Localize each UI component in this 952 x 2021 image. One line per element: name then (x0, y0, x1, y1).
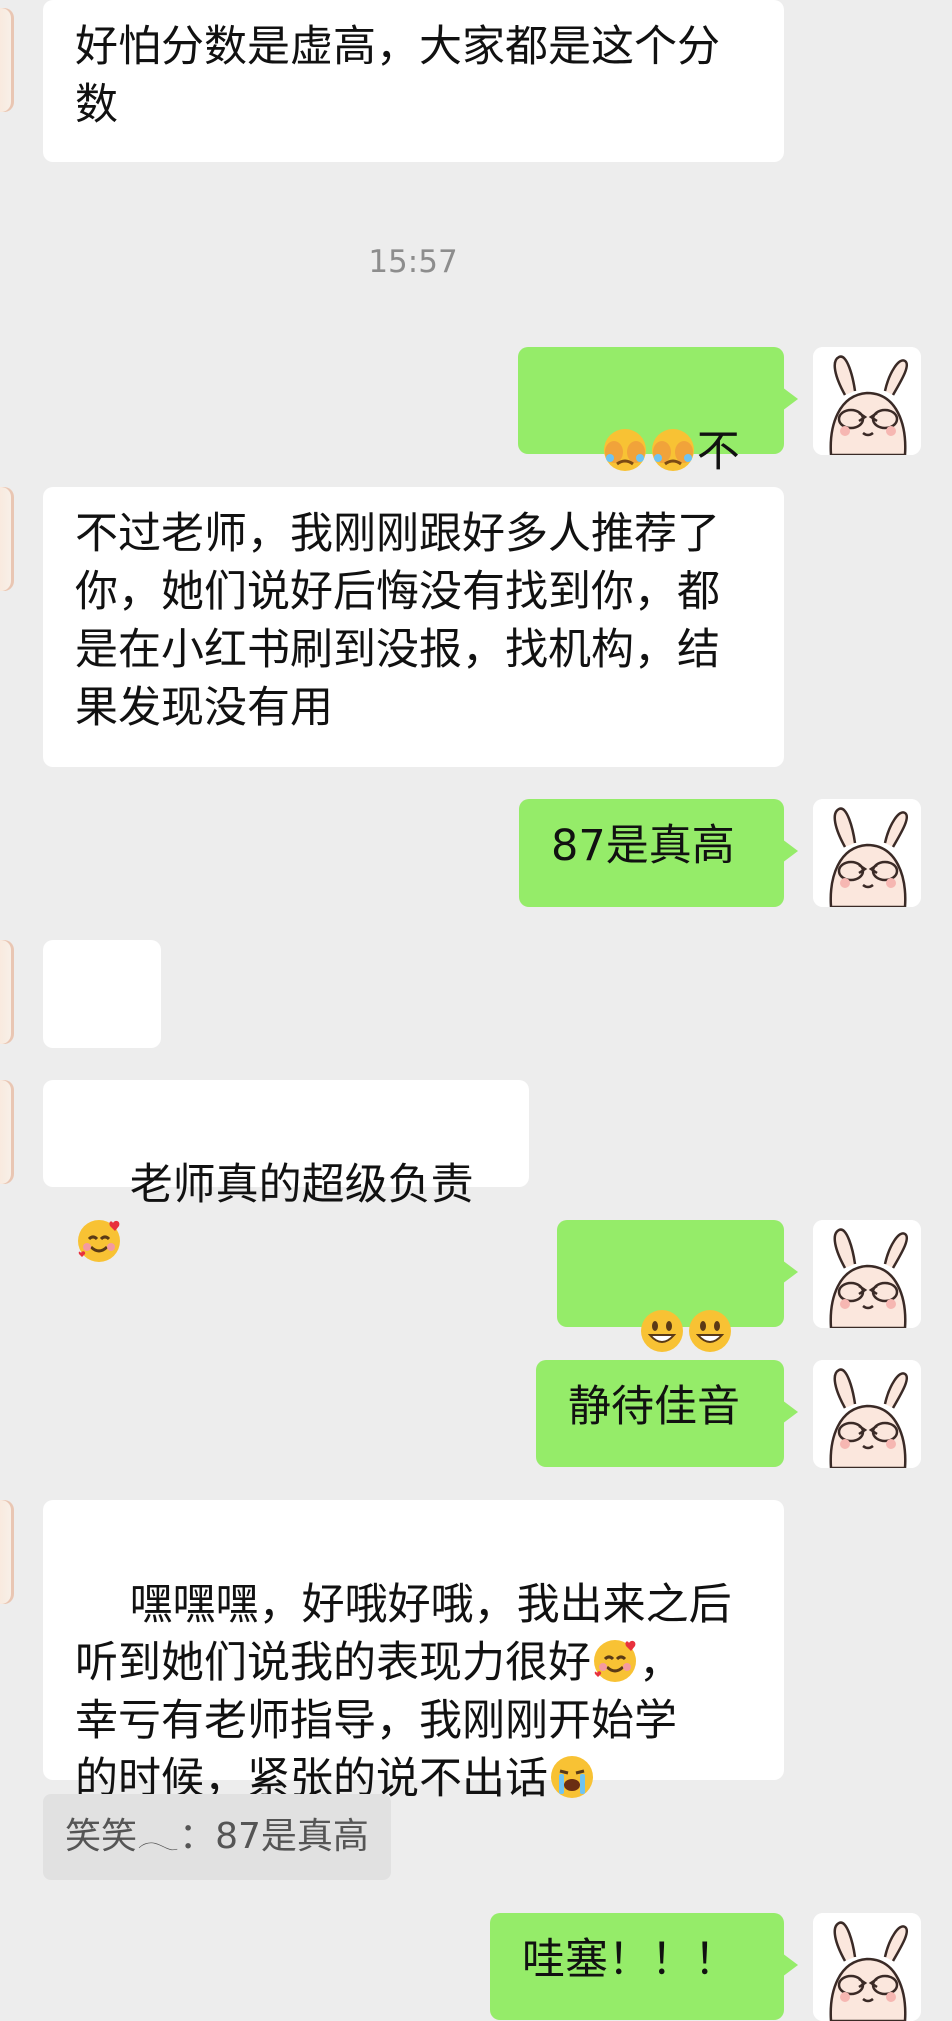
outgoing-message[interactable]: 哇塞！！！ (490, 1913, 798, 2020)
contact-avatar[interactable] (0, 1500, 14, 1604)
contact-avatar[interactable] (0, 940, 14, 1044)
incoming-message[interactable]: 好怕分数是虚高，大家都是这个分 数 (43, 0, 784, 162)
contact-avatar[interactable] (0, 8, 14, 112)
quoted-message[interactable]: 笑笑𓂃：87是真高 (43, 1794, 391, 1880)
covering-face-emoji (601, 427, 649, 477)
user-avatar[interactable] (813, 1220, 921, 1328)
contact-avatar[interactable] (0, 487, 14, 591)
bunny-avatar-icon (813, 799, 921, 907)
bunny-avatar-icon (813, 1913, 921, 2021)
bunny-avatar-icon (813, 1360, 921, 1468)
smiling-hearts-emoji (591, 1638, 639, 1688)
smiling-hearts-emoji (75, 1218, 123, 1268)
chat-window: 好怕分数是虚高，大家都是这个分 数 15:57 不会 不过老师，我刚刚跟好多人推… (0, 0, 952, 2021)
outgoing-message[interactable]: 静待佳音 (536, 1360, 798, 1467)
incoming-message[interactable]: 老师真的超级负责 (43, 1080, 529, 1262)
message-text: 老师真的超级负责 (129, 1160, 474, 1210)
outgoing-message[interactable]: 不会 (518, 347, 798, 535)
message-timestamp: 15:57 (368, 244, 458, 280)
user-avatar[interactable] (813, 347, 921, 455)
grinning-emoji (638, 1308, 686, 1358)
incoming-message[interactable]: 不过老师，我刚刚跟好多人推荐了 你，她们说好后悔没有找到你，都 是在小红书刷到没… (43, 487, 784, 767)
bunny-avatar-icon (813, 347, 921, 455)
outgoing-message[interactable]: 87是真高 (519, 799, 798, 907)
grinning-emoji (686, 1308, 734, 1358)
user-avatar[interactable] (813, 799, 921, 907)
user-avatar[interactable] (813, 1913, 921, 2021)
outgoing-message[interactable] (557, 1220, 798, 1410)
contact-avatar[interactable] (0, 1080, 14, 1184)
incoming-message[interactable]: 嘿嘿嘿，好哦好哦，我出来之后 听到她们说我的表现力很好， 幸亏有老师指导，我刚刚… (43, 1500, 784, 1804)
covering-face-emoji (649, 427, 697, 477)
user-avatar[interactable] (813, 1360, 921, 1468)
incoming-message[interactable] (43, 940, 161, 1128)
crying-emoji (548, 1754, 596, 1804)
bunny-avatar-icon (813, 1220, 921, 1328)
